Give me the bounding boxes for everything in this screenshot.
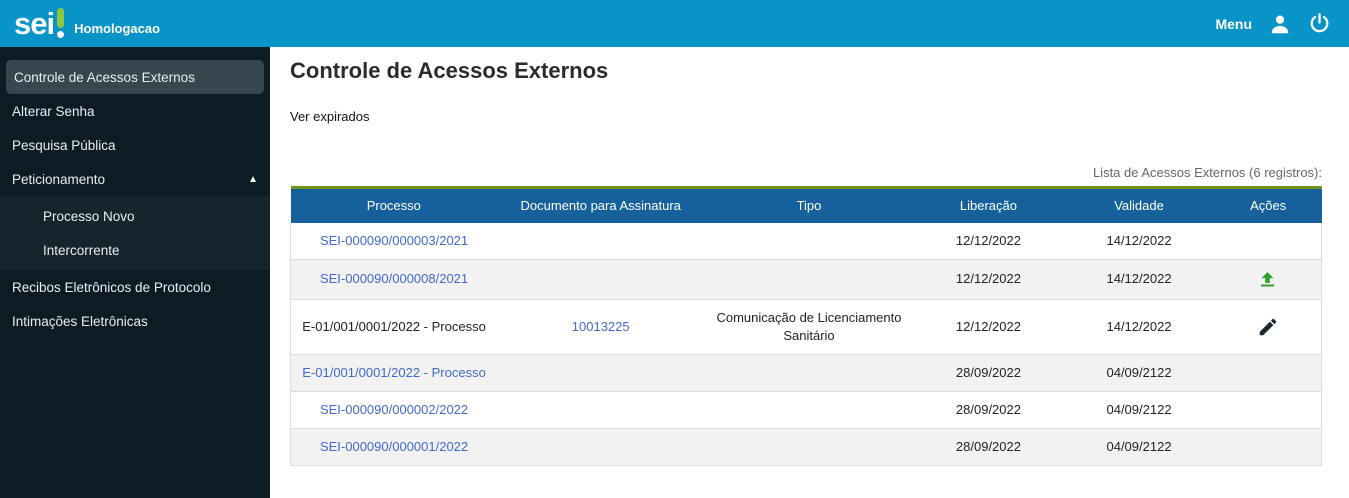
documento-link[interactable]: 10013225 <box>572 319 630 334</box>
sidebar-item-label: Processo Novo <box>43 208 135 224</box>
sidebar-item-controle-de-acessos-externos[interactable]: Controle de Acessos Externos <box>6 60 264 94</box>
tipo-cell: Comunicação de Licenciamento Sanitário <box>704 299 914 355</box>
sidebar-item-peticionamento[interactable]: Peticionamento ▲ <box>0 162 270 196</box>
main-content: Controle de Acessos Externos Ver expirad… <box>270 47 1349 498</box>
validade-cell: 14/12/2022 <box>1063 222 1215 260</box>
validade-cell: 14/12/2022 <box>1063 299 1215 355</box>
header-validade: Validade <box>1063 187 1215 223</box>
sidebar-item-label: Intimações Eletrônicas <box>12 313 148 329</box>
liberacao-cell: 28/09/2022 <box>913 391 1064 429</box>
liberacao-cell: 28/09/2022 <box>913 354 1064 392</box>
liberacao-cell: 12/12/2022 <box>913 259 1064 300</box>
header-tipo: Tipo <box>704 187 914 223</box>
processo-link[interactable]: SEI-000090/000001/2022 <box>320 439 468 454</box>
peticionamento-submenu: Processo Novo Intercorrente <box>0 196 270 270</box>
page-title: Controle de Acessos Externos <box>290 58 609 83</box>
processo-link[interactable]: SEI-000090/000002/2022 <box>320 402 468 417</box>
processo-link[interactable]: SEI-000090/000008/2021 <box>320 271 468 286</box>
processo-link[interactable]: E-01/001/0001/2022 - Processo <box>302 365 486 380</box>
sei-logo-exclamation-icon <box>57 8 65 38</box>
validade-cell: 14/12/2022 <box>1063 259 1215 300</box>
sidebar-item-label: Controle de Acessos Externos <box>14 69 195 85</box>
sidebar-item-label: Pesquisa Pública <box>12 137 116 153</box>
topbar-actions: Menu <box>1215 12 1331 36</box>
user-icon[interactable] <box>1268 12 1292 36</box>
environment-label: Homologacao <box>74 21 161 36</box>
table-row: E-01/001/0001/2022 - Processo 28/09/2022… <box>290 354 1322 392</box>
sei-logo-text: sei <box>14 6 55 41</box>
sidebar-item-pesquisa-publica[interactable]: Pesquisa Pública <box>0 128 270 162</box>
ver-expirados-link[interactable]: Ver expirados <box>290 109 370 124</box>
validade-cell: 04/09/2122 <box>1063 391 1215 429</box>
sidebar-item-label: Recibos Eletrônicos de Protocolo <box>12 279 211 295</box>
table-row: SEI-000090/000002/2022 28/09/2022 04/09/… <box>290 391 1322 429</box>
validade-cell: 04/09/2122 <box>1063 354 1215 392</box>
upload-icon[interactable] <box>1257 269 1278 290</box>
sidebar-item-recibos-eletronicos[interactable]: Recibos Eletrônicos de Protocolo <box>0 270 270 304</box>
sidebar-item-intercorrente[interactable]: Intercorrente <box>0 233 270 267</box>
header-processo: Processo <box>290 187 498 223</box>
table-row: SEI-000090/000003/2021 12/12/2022 14/12/… <box>290 222 1322 260</box>
sign-pen-icon[interactable] <box>1257 316 1279 338</box>
header-documento: Documento para Assinatura <box>497 187 705 223</box>
validade-cell: 04/09/2122 <box>1063 428 1215 466</box>
table-row: E-01/001/0001/2022 - Processo 10013225 C… <box>290 299 1322 355</box>
processo-text: E-01/001/0001/2022 - Processo <box>290 299 498 355</box>
sidebar-item-label: Intercorrente <box>43 242 120 258</box>
sei-logo[interactable]: sei Homologacao <box>14 8 160 39</box>
table-row: SEI-000090/000001/2022 28/09/2022 04/09/… <box>290 428 1322 466</box>
topbar: sei Homologacao Menu <box>0 0 1349 47</box>
list-caption: Lista de Acessos Externos (6 registros): <box>1092 165 1322 180</box>
liberacao-cell: 28/09/2022 <box>913 428 1064 466</box>
menu-button[interactable]: Menu <box>1215 16 1252 32</box>
header-liberacao: Liberação <box>913 187 1064 223</box>
sidebar-item-intimacoes-eletronicas[interactable]: Intimações Eletrônicas <box>0 304 270 338</box>
table-header-row: Processo Documento para Assinatura Tipo … <box>290 187 1322 223</box>
chevron-up-icon: ▲ <box>248 173 258 185</box>
table-row: SEI-000090/000008/2021 12/12/2022 14/12/… <box>290 259 1322 300</box>
acessos-externos-table: Processo Documento para Assinatura Tipo … <box>290 186 1322 466</box>
sidebar: Controle de Acessos Externos Alterar Sen… <box>0 47 270 498</box>
processo-link[interactable]: SEI-000090/000003/2021 <box>320 233 468 248</box>
sidebar-item-alterar-senha[interactable]: Alterar Senha <box>0 94 270 128</box>
sidebar-item-label: Alterar Senha <box>12 103 95 119</box>
liberacao-cell: 12/12/2022 <box>913 222 1064 260</box>
liberacao-cell: 12/12/2022 <box>913 299 1064 355</box>
sidebar-item-processo-novo[interactable]: Processo Novo <box>0 199 270 233</box>
power-icon[interactable] <box>1308 12 1331 35</box>
header-acoes: Ações <box>1214 187 1322 223</box>
sidebar-item-label: Peticionamento <box>12 171 106 187</box>
